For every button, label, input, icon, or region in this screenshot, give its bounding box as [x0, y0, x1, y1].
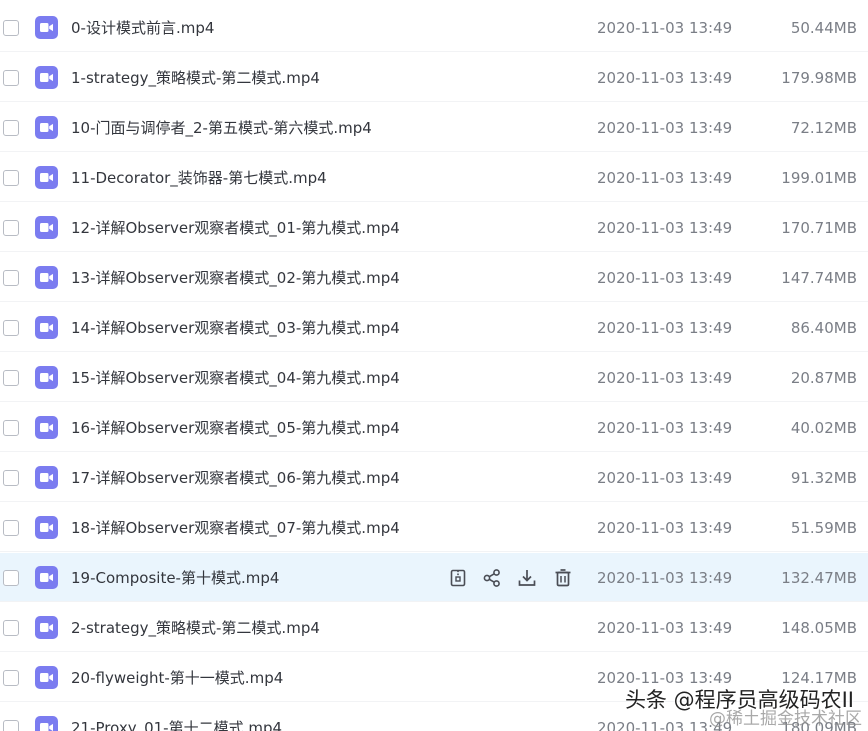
file-row[interactable]: 0-设计模式前言.mp4 2020-11-03 13:49 50.44MB: [0, 3, 868, 52]
row-checkbox[interactable]: [3, 620, 19, 636]
file-name[interactable]: 10-门面与调停者_2-第五模式-第六模式.mp4: [71, 118, 372, 138]
video-file-icon: [35, 466, 58, 489]
row-checkbox[interactable]: [3, 120, 19, 136]
file-name[interactable]: 21-Proxy_01-第十二模式.mp4: [71, 718, 282, 731]
video-file-icon: [35, 516, 58, 539]
download-icon[interactable]: [516, 567, 538, 589]
file-modified-date: 2020-11-03 13:49: [597, 369, 733, 387]
file-row[interactable]: 10-门面与调停者_2-第五模式-第六模式.mp4 2020-11-03 13:…: [0, 103, 868, 152]
file-name[interactable]: 2-strategy_策略模式-第二模式.mp4: [71, 618, 320, 638]
row-checkbox[interactable]: [3, 720, 19, 731]
file-size: 199.01MB: [781, 169, 857, 187]
file-name[interactable]: 19-Composite-第十模式.mp4: [71, 568, 279, 588]
file-modified-date: 2020-11-03 13:49: [597, 19, 733, 37]
file-row[interactable]: 17-详解Observer观察者模式_06-第九模式.mp4 2020-11-0…: [0, 453, 868, 502]
file-name[interactable]: 16-详解Observer观察者模式_05-第九模式.mp4: [71, 418, 400, 438]
watermark-juejin: @稀土掘金技术社区: [709, 709, 862, 729]
file-size: 51.59MB: [790, 519, 857, 537]
row-checkbox[interactable]: [3, 170, 19, 186]
file-name[interactable]: 13-详解Observer观察者模式_02-第九模式.mp4: [71, 268, 400, 288]
delete-icon[interactable]: [552, 567, 574, 589]
row-checkbox[interactable]: [3, 420, 19, 436]
file-size: 50.44MB: [790, 19, 857, 37]
row-checkbox[interactable]: [3, 520, 19, 536]
file-modified-date: 2020-11-03 13:49: [597, 119, 733, 137]
row-checkbox[interactable]: [3, 320, 19, 336]
row-checkbox[interactable]: [3, 370, 19, 386]
file-row[interactable]: 16-详解Observer观察者模式_05-第九模式.mp4 2020-11-0…: [0, 403, 868, 452]
file-name[interactable]: 17-详解Observer观察者模式_06-第九模式.mp4: [71, 468, 400, 488]
file-size: 40.02MB: [790, 419, 857, 437]
video-file-icon: [35, 616, 58, 639]
file-name[interactable]: 18-详解Observer观察者模式_07-第九模式.mp4: [71, 518, 400, 538]
row-checkbox[interactable]: [3, 470, 19, 486]
file-modified-date: 2020-11-03 13:49: [597, 169, 733, 187]
file-row[interactable]: 18-详解Observer观察者模式_07-第九模式.mp4 2020-11-0…: [0, 503, 868, 552]
video-file-icon: [35, 66, 58, 89]
file-row-hovered[interactable]: 19-Composite-第十模式.mp4 2020-11-03 13:49 1…: [0, 553, 868, 602]
row-checkbox[interactable]: [3, 270, 19, 286]
file-size: 86.40MB: [790, 319, 857, 337]
video-file-icon: [35, 216, 58, 239]
file-size: 148.05MB: [781, 619, 857, 637]
video-file-icon: [35, 16, 58, 39]
file-modified-date: 2020-11-03 13:49: [597, 469, 733, 487]
video-file-icon: [35, 316, 58, 339]
file-list: 0-设计模式前言.mp4 2020-11-03 13:49 50.44MB 1-…: [0, 0, 868, 731]
file-modified-date: 2020-11-03 13:49: [597, 219, 733, 237]
file-size: 132.47MB: [781, 569, 857, 587]
file-name[interactable]: 12-详解Observer观察者模式_01-第九模式.mp4: [71, 218, 400, 238]
file-size: 91.32MB: [790, 469, 857, 487]
file-modified-date: 2020-11-03 13:49: [597, 519, 733, 537]
row-checkbox[interactable]: [3, 20, 19, 36]
file-name[interactable]: 0-设计模式前言.mp4: [71, 18, 214, 38]
row-checkbox[interactable]: [3, 670, 19, 686]
file-name[interactable]: 1-strategy_策略模式-第二模式.mp4: [71, 68, 320, 88]
row-checkbox[interactable]: [3, 220, 19, 236]
video-file-icon: [35, 166, 58, 189]
file-name[interactable]: 20-flyweight-第十一模式.mp4: [71, 668, 283, 688]
file-modified-date: 2020-11-03 13:49: [597, 319, 733, 337]
file-modified-date: 2020-11-03 13:49: [597, 269, 733, 287]
share-icon[interactable]: [481, 567, 503, 589]
file-size: 170.71MB: [781, 219, 857, 237]
file-row[interactable]: 11-Decorator_装饰器-第七模式.mp4 2020-11-03 13:…: [0, 153, 868, 202]
file-name[interactable]: 14-详解Observer观察者模式_03-第九模式.mp4: [71, 318, 400, 338]
file-row[interactable]: 14-详解Observer观察者模式_03-第九模式.mp4 2020-11-0…: [0, 303, 868, 352]
file-size: 72.12MB: [790, 119, 857, 137]
file-modified-date: 2020-11-03 13:49: [597, 669, 733, 687]
video-file-icon: [35, 266, 58, 289]
video-file-icon: [35, 566, 58, 589]
file-name[interactable]: 11-Decorator_装饰器-第七模式.mp4: [71, 168, 327, 188]
video-file-icon: [35, 666, 58, 689]
file-size: 147.74MB: [781, 269, 857, 287]
row-checkbox[interactable]: [3, 570, 19, 586]
file-modified-date: 2020-11-03 13:49: [597, 569, 733, 587]
video-file-icon: [35, 366, 58, 389]
file-row[interactable]: 2-strategy_策略模式-第二模式.mp4 2020-11-03 13:4…: [0, 603, 868, 652]
file-row[interactable]: 1-strategy_策略模式-第二模式.mp4 2020-11-03 13:4…: [0, 53, 868, 102]
file-row[interactable]: 15-详解Observer观察者模式_04-第九模式.mp4 2020-11-0…: [0, 353, 868, 402]
file-name[interactable]: 15-详解Observer观察者模式_04-第九模式.mp4: [71, 368, 400, 388]
file-size: 124.17MB: [781, 669, 857, 687]
file-modified-date: 2020-11-03 13:49: [597, 419, 733, 437]
file-modified-date: 2020-11-03 13:49: [597, 619, 733, 637]
video-file-icon: [35, 716, 58, 731]
file-row[interactable]: 12-详解Observer观察者模式_01-第九模式.mp4 2020-11-0…: [0, 203, 868, 252]
file-modified-date: 2020-11-03 13:49: [597, 69, 733, 87]
file-size: 20.87MB: [790, 369, 857, 387]
unzip-icon[interactable]: [447, 567, 469, 589]
file-size: 179.98MB: [781, 69, 857, 87]
file-row[interactable]: 13-详解Observer观察者模式_02-第九模式.mp4 2020-11-0…: [0, 253, 868, 302]
video-file-icon: [35, 416, 58, 439]
video-file-icon: [35, 116, 58, 139]
row-checkbox[interactable]: [3, 70, 19, 86]
